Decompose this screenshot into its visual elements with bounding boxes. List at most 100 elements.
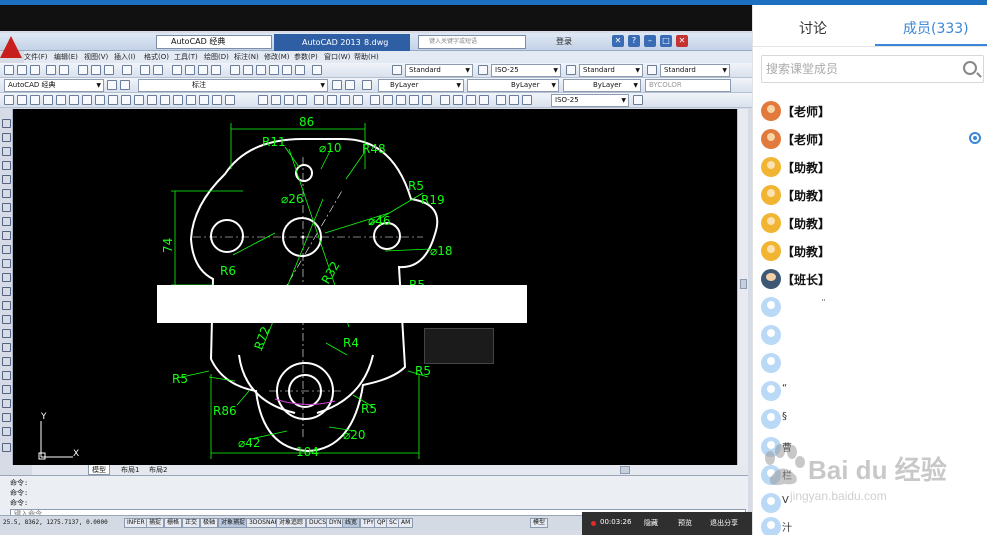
- help-icon[interactable]: ?: [628, 35, 640, 47]
- hide-button[interactable]: 隐藏: [644, 518, 658, 528]
- revision-cloud-icon[interactable]: [95, 95, 105, 105]
- tool-circle-icon[interactable]: [2, 203, 11, 212]
- cut-icon[interactable]: [78, 65, 88, 75]
- tool-extend-icon[interactable]: [2, 287, 11, 296]
- vertical-scroll-thumb[interactable]: [740, 279, 747, 289]
- ellipse-icon[interactable]: [121, 95, 131, 105]
- hatch-icon[interactable]: [173, 95, 183, 105]
- tool-line-icon[interactable]: [2, 119, 11, 128]
- tool-join-icon[interactable]: [2, 315, 11, 324]
- tool-move-icon[interactable]: [2, 217, 11, 226]
- minimize-icon[interactable]: –: [644, 35, 656, 47]
- tool-explode-icon[interactable]: [2, 357, 11, 366]
- menu-file[interactable]: 文件(F): [24, 51, 54, 63]
- member-item[interactable]: 【老师】: [761, 129, 986, 151]
- radius-dim-icon[interactable]: [314, 95, 324, 105]
- tool-fillet-icon[interactable]: [2, 343, 11, 352]
- mleader-style-icon[interactable]: [647, 65, 657, 75]
- table-style-dropdown[interactable]: Standard ▼: [579, 64, 643, 77]
- dim-style-manager-icon[interactable]: [633, 95, 643, 105]
- construction-line-icon[interactable]: [17, 95, 27, 105]
- status-infer[interactable]: INFER: [124, 518, 148, 528]
- continue-dim-icon[interactable]: [396, 95, 406, 105]
- exchange-icon[interactable]: ✕: [612, 35, 624, 47]
- arc-length-dim-icon[interactable]: [284, 95, 294, 105]
- quick-dim-icon[interactable]: [370, 95, 380, 105]
- tool-pline-icon[interactable]: [2, 147, 11, 156]
- text-style-icon[interactable]: [392, 65, 402, 75]
- line-tool-icon[interactable]: [4, 95, 14, 105]
- tool-break-icon[interactable]: [2, 301, 11, 310]
- multiline-text-icon[interactable]: [225, 95, 235, 105]
- gradient-icon[interactable]: [186, 95, 196, 105]
- match-properties-icon[interactable]: [122, 65, 132, 75]
- diameter-dim-icon[interactable]: [340, 95, 350, 105]
- tool-mirror-icon[interactable]: [2, 399, 11, 408]
- status-osnap[interactable]: 对象捕捉: [218, 518, 249, 528]
- arc-icon[interactable]: [69, 95, 79, 105]
- jogged-linear-icon[interactable]: [479, 95, 489, 105]
- design-center-icon[interactable]: [243, 65, 253, 75]
- status-otrack[interactable]: 对象追踪: [276, 518, 307, 528]
- dim-edit-icon[interactable]: [496, 95, 506, 105]
- layer-dropdown[interactable]: 标注 ▼: [138, 79, 328, 92]
- point-icon[interactable]: [160, 95, 170, 105]
- tool-polygon-icon[interactable]: [2, 161, 11, 170]
- menu-help[interactable]: 帮助(H): [354, 51, 384, 63]
- polygon-icon[interactable]: [43, 95, 53, 105]
- tab-layout2[interactable]: 布局2: [146, 465, 170, 475]
- pan-icon[interactable]: [172, 65, 182, 75]
- menu-modify[interactable]: 修改(M): [264, 51, 294, 63]
- linear-dim-icon[interactable]: [258, 95, 268, 105]
- open-file-icon[interactable]: [17, 65, 27, 75]
- dim-style-dropdown-2[interactable]: ISO-25 ▼: [551, 94, 629, 107]
- tool-erase-icon[interactable]: [2, 427, 11, 436]
- linetype-dropdown[interactable]: ByLayer ▼: [467, 79, 559, 92]
- polyline-icon[interactable]: [30, 95, 40, 105]
- vertical-scrollbar[interactable]: [737, 109, 748, 465]
- tool-rectangle-icon[interactable]: [2, 175, 11, 184]
- make-current-layer-icon[interactable]: [332, 80, 342, 90]
- dim-update-icon[interactable]: [522, 95, 532, 105]
- tool-arc-icon[interactable]: [2, 189, 11, 198]
- login-button[interactable]: 登录: [556, 36, 572, 47]
- help-search-input[interactable]: 键入关键字或短语: [418, 35, 526, 49]
- layer-previous-icon[interactable]: [345, 80, 355, 90]
- redo-icon[interactable]: [153, 65, 163, 75]
- workspace-settings-icon[interactable]: [107, 80, 117, 90]
- member-item[interactable]: 【班长】: [761, 269, 986, 291]
- status-am[interactable]: AM: [398, 518, 414, 528]
- member-item[interactable]: 【助教】: [761, 157, 986, 179]
- menu-parametric[interactable]: 参数(P): [294, 51, 324, 63]
- status-lineweight[interactable]: 线宽: [342, 518, 361, 528]
- tool-xline-icon[interactable]: [2, 133, 11, 142]
- status-model[interactable]: 模型: [530, 518, 549, 528]
- workspace-toolbar-dropdown[interactable]: AutoCAD 经典 ▼: [4, 79, 104, 92]
- member-item[interactable]: “: [761, 381, 986, 403]
- print-icon[interactable]: [46, 65, 56, 75]
- search-icon[interactable]: [963, 61, 977, 75]
- tab-discussion[interactable]: 讨论: [799, 18, 827, 38]
- member-item[interactable]: 【助教】: [761, 213, 986, 235]
- zoom-previous-icon[interactable]: [211, 65, 221, 75]
- center-mark-icon[interactable]: [453, 95, 463, 105]
- text-style-dropdown[interactable]: Standard ▼: [405, 64, 473, 77]
- menu-tools[interactable]: 工具(T): [174, 51, 204, 63]
- horizontal-scroll-thumb[interactable]: [620, 466, 630, 474]
- save-icon[interactable]: [30, 65, 40, 75]
- region-icon[interactable]: [199, 95, 209, 105]
- menu-edit[interactable]: 编辑(E): [54, 51, 84, 63]
- baseline-dim-icon[interactable]: [383, 95, 393, 105]
- insert-block-icon[interactable]: [134, 95, 144, 105]
- rectangle-icon[interactable]: [56, 95, 66, 105]
- menu-dimension[interactable]: 标注(N): [234, 51, 264, 63]
- preview-icon[interactable]: [59, 65, 69, 75]
- mleader-style-dropdown[interactable]: Standard ▼: [660, 64, 730, 77]
- member-item[interactable]: §: [761, 409, 986, 431]
- tool-rotate-icon[interactable]: [2, 231, 11, 240]
- status-grid[interactable]: 栅格: [164, 518, 183, 528]
- tool-stretch-icon[interactable]: [2, 259, 11, 268]
- dim-text-edit-icon[interactable]: [509, 95, 519, 105]
- member-item[interactable]: 【老师】: [761, 101, 986, 123]
- quickcalc-icon[interactable]: [295, 65, 305, 75]
